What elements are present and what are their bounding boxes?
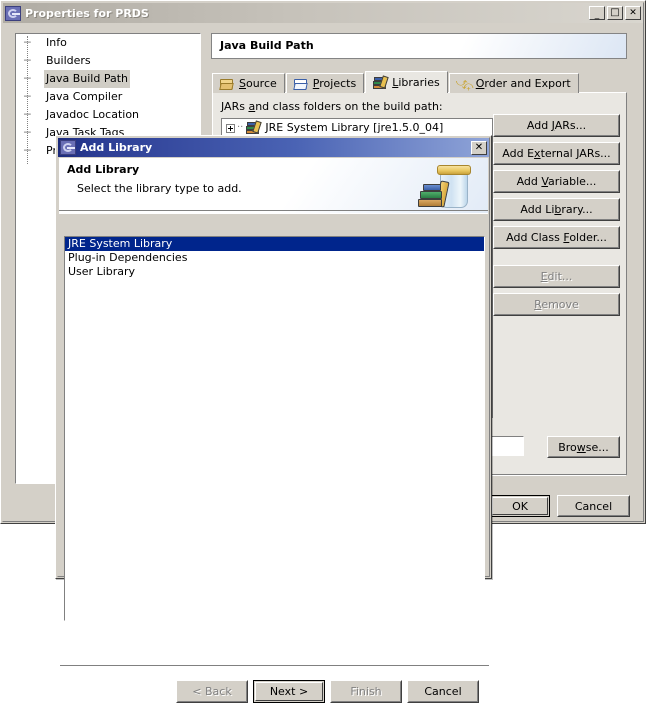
tab-label: Order and Export [475,77,571,90]
tree-item-label: Java Build Path [44,70,131,88]
order-arrows-icon: ⤻ ⤽ [455,75,474,92]
eclipse-icon [60,140,76,155]
cancel-button[interactable]: Cancel [557,495,630,517]
dialog-title: Add Library [80,141,153,154]
dialog-heading: Add Library [67,163,140,176]
tree-branch-icon: ─ [24,54,31,67]
edit-button[interactable]: Edit... [493,265,620,288]
jar-with-books-icon [416,161,474,213]
add-variable-button[interactable]: Add Variable... [493,170,620,193]
tree-branch-icon: ─ [24,126,31,139]
maximize-icon: □ [610,7,620,18]
tree-item-label: Java Compiler [46,90,123,103]
close-icon: ✕ [474,141,484,153]
close-icon: ✕ [629,8,637,18]
add-library-dialog: Add Library ✕ Add Library Select the lib… [55,135,492,703]
dialog-header-banner: Add Library Select the library type to a… [59,158,488,214]
dialog-button-separator [60,665,489,667]
add-library-button[interactable]: Add Library... [493,198,620,221]
libraries-button-column: Add JARs... Add External JARs... Add Var… [493,114,620,321]
dialog-titlebar[interactable]: Add Library ✕ [58,138,489,157]
dialog-cancel-button[interactable]: Cancel [407,680,479,703]
library-type-list[interactable]: JRE System Library Plug-in Dependencies … [64,236,485,621]
tab-strip: Source Projects Libraries ⤻ ⤽ Order and E… [212,71,580,93]
tab-projects[interactable]: Projects [285,73,365,93]
add-jars-button[interactable]: Add JARs... [493,114,620,137]
tree-branch-icon: ─ [24,108,31,121]
dialog-close-button[interactable]: ✕ [471,140,487,155]
tab-order-and-export[interactable]: ⤻ ⤽ Order and Export [448,73,579,93]
tree-item-java-build-path[interactable]: ─ Java Build Path [16,70,200,88]
folder-open-icon [219,77,235,91]
finish-button[interactable]: Finish [330,680,402,703]
list-item-plugin-dependencies[interactable]: Plug-in Dependencies [65,251,484,265]
header-divider [59,210,488,213]
tab-label-rest: ource [245,77,277,90]
window-controls: _ □ ✕ [589,6,641,20]
tree-item-label: Javadoc Location [46,108,140,121]
button-group-spacer [493,254,620,265]
tree-item-info[interactable]: ─ Info [16,34,200,52]
ok-button[interactable]: OK [490,495,550,517]
tree-branch-icon: ─ [24,36,31,49]
tree-branch-icon: ─ [24,90,31,103]
tree-item-label: Builders [46,54,91,67]
back-button[interactable]: < Back [176,680,248,703]
tree-branch-icon: ─ [24,144,31,157]
dialog-description: Select the library type to add. [77,182,242,195]
dialog-separator [490,474,626,476]
window-title: Properties for PRDS [25,6,149,20]
tree-item-java-compiler[interactable]: ─ Java Compiler [16,88,200,106]
books-icon [372,74,389,90]
tab-label: Libraries [392,76,440,89]
add-class-folder-button[interactable]: Add Class Folder... [493,226,620,249]
page-title: Java Build Path [211,33,627,59]
minimize-icon: _ [594,10,600,20]
add-external-jars-button[interactable]: Add External JARs... [493,142,620,165]
list-item-user-library[interactable]: User Library [65,265,484,279]
tab-source[interactable]: Source [212,73,285,93]
remove-button[interactable]: Remove [493,293,620,316]
maximize-button[interactable]: □ [607,6,623,20]
tab-label: Source [239,77,277,90]
tab-libraries[interactable]: Libraries [365,71,448,93]
minimize-button[interactable]: _ [589,6,605,20]
books-icon [245,120,263,135]
eclipse-icon [5,5,21,21]
close-button[interactable]: ✕ [625,6,641,20]
tree-item-label: Info [46,36,67,49]
list-item-jre-system-library[interactable]: JRE System Library [65,237,484,251]
tree-branch-icon: ─ [24,72,31,85]
next-button[interactable]: Next > [253,680,325,703]
jars-list-label: JARs and class folders on the build path… [221,100,443,113]
browse-button[interactable]: Browse... [547,436,620,458]
tree-item-javadoc-location[interactable]: ─ Javadoc Location [16,106,200,124]
expand-icon[interactable] [226,123,235,133]
tab-label: Projects [312,77,357,90]
wizard-button-row: < Back Next > Finish Cancel [56,680,493,703]
folder-blue-icon [293,77,309,91]
main-titlebar[interactable]: Properties for PRDS _ □ ✕ [3,3,643,23]
tree-item-builders[interactable]: ─ Builders [16,52,200,70]
